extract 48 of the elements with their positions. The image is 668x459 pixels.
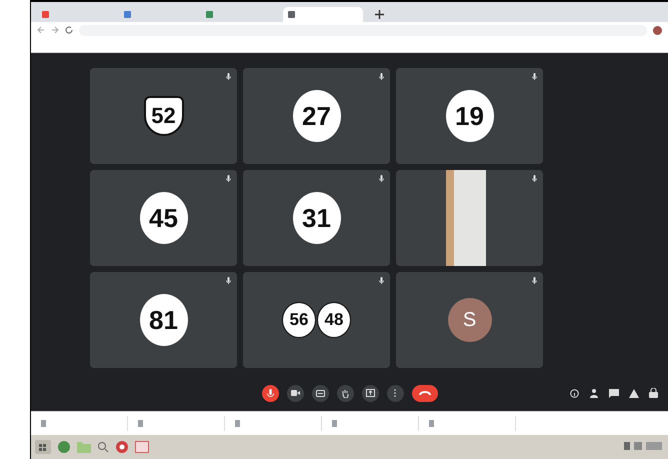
new-tab-icon[interactable] — [375, 10, 384, 19]
hand-icon — [342, 388, 348, 398]
profile-icon[interactable] — [653, 26, 662, 34]
microphone-icon — [379, 73, 384, 80]
back-icon[interactable] — [37, 26, 45, 34]
start-icon[interactable] — [35, 440, 51, 454]
microphone-icon — [266, 388, 274, 398]
chat-icon[interactable] — [609, 388, 619, 398]
present-button[interactable] — [362, 384, 378, 402]
people-icon[interactable] — [589, 388, 599, 398]
avatar-number: 52 — [144, 96, 184, 136]
microphone-icon — [226, 277, 231, 284]
tray-icons[interactable] — [624, 442, 664, 452]
camera-icon — [290, 390, 300, 396]
globe-icon[interactable] — [57, 440, 71, 454]
raise-hand-button[interactable] — [336, 384, 354, 402]
microphone-icon — [532, 277, 537, 284]
mic-button[interactable] — [262, 384, 278, 402]
captions-icon — [316, 390, 324, 396]
reload-icon[interactable] — [65, 26, 73, 34]
microphone-icon — [379, 175, 384, 182]
phone-icon — [418, 390, 430, 396]
browser-tab[interactable] — [283, 7, 363, 22]
more-options-button[interactable] — [386, 384, 404, 402]
browser-icon[interactable] — [115, 440, 129, 454]
forward-icon[interactable] — [51, 26, 59, 34]
microphone-icon — [532, 73, 537, 80]
microphone-icon — [226, 175, 231, 182]
end-call-button[interactable] — [412, 384, 438, 402]
avatar-number: 27 — [292, 90, 340, 142]
avatar-number: 81 — [140, 294, 188, 346]
captions-button[interactable] — [312, 384, 328, 402]
window-icon[interactable] — [135, 441, 149, 453]
avatar-number: 19 — [446, 90, 494, 142]
lock-icon[interactable] — [649, 388, 658, 398]
avatar-letter: S — [448, 298, 492, 342]
avatar-number: 48 — [317, 302, 351, 338]
camera-button[interactable] — [286, 384, 304, 402]
microphone-icon — [379, 277, 384, 284]
microphone-icon — [532, 175, 537, 182]
avatar-number: 56 — [282, 302, 316, 338]
avatar-number: 45 — [140, 192, 188, 244]
avatar-number: 31 — [292, 192, 340, 244]
info-icon[interactable] — [570, 388, 579, 398]
activities-icon[interactable] — [629, 388, 639, 398]
search-icon[interactable] — [97, 441, 109, 453]
present-icon — [366, 389, 374, 397]
microphone-icon — [226, 73, 231, 80]
